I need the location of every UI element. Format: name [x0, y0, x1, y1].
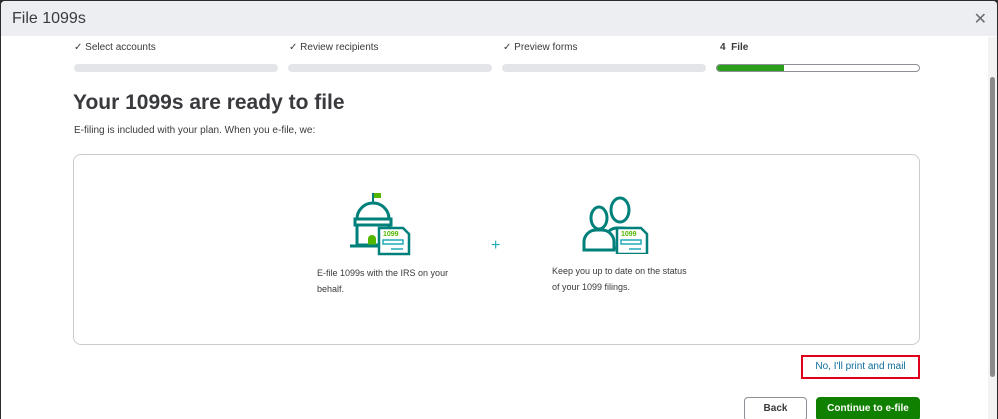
- step-file: 4 File: [720, 42, 749, 53]
- feature-efile-text: E-file 1099s with the IRS on your behalf…: [317, 268, 449, 294]
- step-preview-forms: ✓ Preview forms: [503, 42, 578, 53]
- government-building-1099-icon: 1099: [350, 193, 411, 256]
- close-icon[interactable]: ✕: [974, 9, 987, 29]
- feature-status-text: Keep you up to date on the status of you…: [552, 266, 687, 292]
- step-bar-4: [716, 64, 920, 72]
- file-1099s-dialog: File 1099s ✕ ✓ Select accounts ✓ Review …: [1, 1, 997, 419]
- continue-to-efile-button[interactable]: Continue to e-file: [816, 397, 920, 419]
- svg-text:1099: 1099: [621, 231, 637, 238]
- plus-icon: +: [491, 237, 501, 254]
- dialog-title: File 1099s: [12, 10, 86, 27]
- step-bar-2: [288, 64, 492, 72]
- subtitle: E-filing is included with your plan. Whe…: [74, 125, 316, 136]
- step-bar-1: [74, 64, 278, 72]
- print-and-mail-link[interactable]: No, I'll print and mail: [801, 355, 920, 379]
- svg-text:1099: 1099: [383, 231, 399, 238]
- progress-fill: [717, 65, 784, 71]
- scrollbar[interactable]: [988, 37, 997, 419]
- scrollbar-thumb[interactable]: [990, 77, 995, 377]
- people-1099-icon: 1099: [582, 196, 649, 254]
- step-select-accounts: ✓ Select accounts: [74, 42, 156, 53]
- step-review-recipients: ✓ Review recipients: [289, 42, 379, 53]
- page-title: Your 1099s are ready to file: [73, 91, 345, 114]
- title-bar: File 1099s ✕: [1, 1, 997, 36]
- back-button[interactable]: Back: [744, 397, 807, 419]
- step-bar-3: [502, 64, 706, 72]
